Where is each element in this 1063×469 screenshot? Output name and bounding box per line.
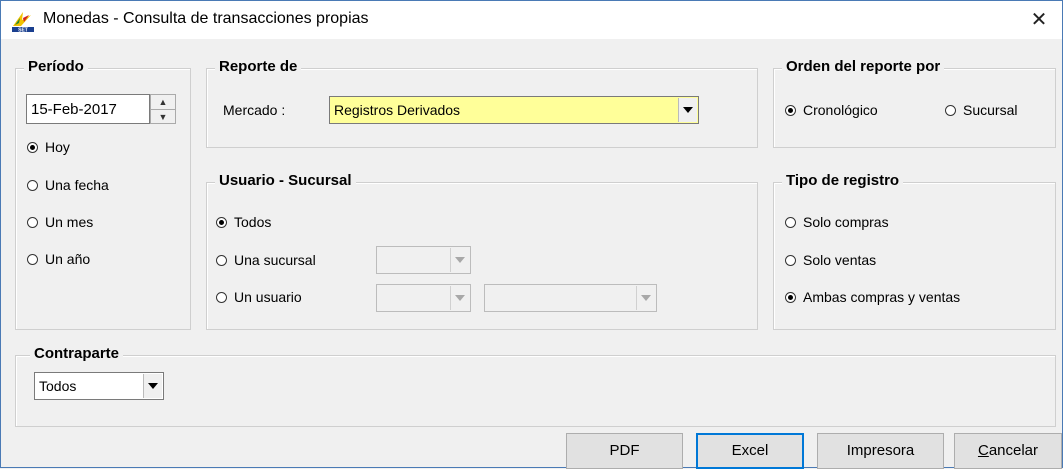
radio-hoy[interactable]: Hoy <box>27 139 70 155</box>
radio-label: Ambas compras y ventas <box>803 289 961 305</box>
chevron-down-icon[interactable] <box>143 374 162 398</box>
chevron-down-icon[interactable] <box>636 286 655 310</box>
radio-label: Un mes <box>45 214 94 230</box>
radio-icon <box>785 291 796 303</box>
contraparte-legend: Contraparte <box>30 345 124 362</box>
app-logo-icon: SET <box>11 9 35 33</box>
radio-icon <box>27 253 38 265</box>
radio-icon <box>27 141 38 153</box>
radio-label: Todos <box>234 214 272 230</box>
spin-up-icon[interactable]: ▲ <box>151 95 175 110</box>
radio-icon <box>785 104 796 116</box>
radio-label: Un usuario <box>234 289 302 305</box>
tipo-registro-legend: Tipo de registro <box>782 172 904 189</box>
radio-label: Solo compras <box>803 214 889 230</box>
date-input[interactable]: 15-Feb-2017 <box>26 94 150 124</box>
radio-un-ano[interactable]: Un año <box>27 251 90 267</box>
contraparte-value: Todos <box>39 378 77 394</box>
radio-cronologico[interactable]: Cronológico <box>785 102 878 118</box>
sucursal-select[interactable] <box>376 246 471 274</box>
radio-un-mes[interactable]: Un mes <box>27 214 93 230</box>
radio-sucursal[interactable]: Sucursal <box>945 102 1017 118</box>
contraparte-select[interactable]: Todos <box>34 372 164 400</box>
radio-icon <box>27 216 38 228</box>
window-title: Monedas - Consulta de transacciones prop… <box>43 10 369 27</box>
chevron-down-icon[interactable] <box>678 98 697 122</box>
date-spinner[interactable]: ▲ ▼ <box>150 94 176 124</box>
radio-label: Una fecha <box>45 177 109 193</box>
radio-icon <box>27 179 38 191</box>
radio-icon <box>216 216 227 228</box>
radio-un-usuario[interactable]: Un usuario <box>216 289 302 305</box>
radio-icon <box>216 254 227 266</box>
pdf-button[interactable]: PDF <box>566 433 683 469</box>
cancelar-mnemonic: C <box>977 442 989 459</box>
cancelar-label: ancelar <box>988 442 1039 459</box>
radio-icon <box>216 291 227 303</box>
periodo-legend: Período <box>24 58 88 75</box>
orden-legend: Orden del reporte por <box>782 58 945 75</box>
radio-solo-ventas[interactable]: Solo ventas <box>785 252 876 268</box>
mercado-label: Mercado : <box>223 102 286 118</box>
svg-text:SET: SET <box>18 28 28 34</box>
radio-label: Hoy <box>45 139 70 155</box>
mercado-select[interactable]: Registros Derivados <box>329 96 699 124</box>
excel-button[interactable]: Excel <box>696 433 804 469</box>
date-value: 15-Feb-2017 <box>31 101 117 118</box>
usuario-select-2[interactable] <box>484 284 657 312</box>
chevron-down-icon[interactable] <box>450 248 469 272</box>
radio-label: Cronológico <box>803 102 878 118</box>
dialog-window: SET Monedas - Consulta de transacciones … <box>0 0 1063 469</box>
usuario-select-1[interactable] <box>376 284 471 312</box>
radio-label: Una sucursal <box>234 252 316 268</box>
usuario-sucursal-legend: Usuario - Sucursal <box>215 172 356 189</box>
radio-ambas[interactable]: Ambas compras y ventas <box>785 289 960 305</box>
close-icon[interactable]: ✕ <box>1016 1 1062 39</box>
spin-down-icon[interactable]: ▼ <box>151 110 175 124</box>
chevron-down-icon[interactable] <box>450 286 469 310</box>
cancelar-button[interactable]: Cancelar <box>954 433 1062 469</box>
radio-label: Un año <box>45 251 91 267</box>
radio-una-fecha[interactable]: Una fecha <box>27 177 109 193</box>
radio-icon <box>785 216 796 228</box>
reporte-legend: Reporte de <box>215 58 302 75</box>
radio-label: Solo ventas <box>803 252 877 268</box>
radio-icon <box>945 104 956 116</box>
radio-icon <box>785 254 796 266</box>
impresora-button[interactable]: Impresora <box>817 433 944 469</box>
radio-label: Sucursal <box>963 102 1018 118</box>
radio-solo-compras[interactable]: Solo compras <box>785 214 889 230</box>
radio-una-sucursal[interactable]: Una sucursal <box>216 252 316 268</box>
title-bar: SET Monedas - Consulta de transacciones … <box>1 1 1062 39</box>
contraparte-group: Contraparte <box>15 345 1056 427</box>
mercado-value: Registros Derivados <box>334 102 461 118</box>
radio-todos[interactable]: Todos <box>216 214 271 230</box>
